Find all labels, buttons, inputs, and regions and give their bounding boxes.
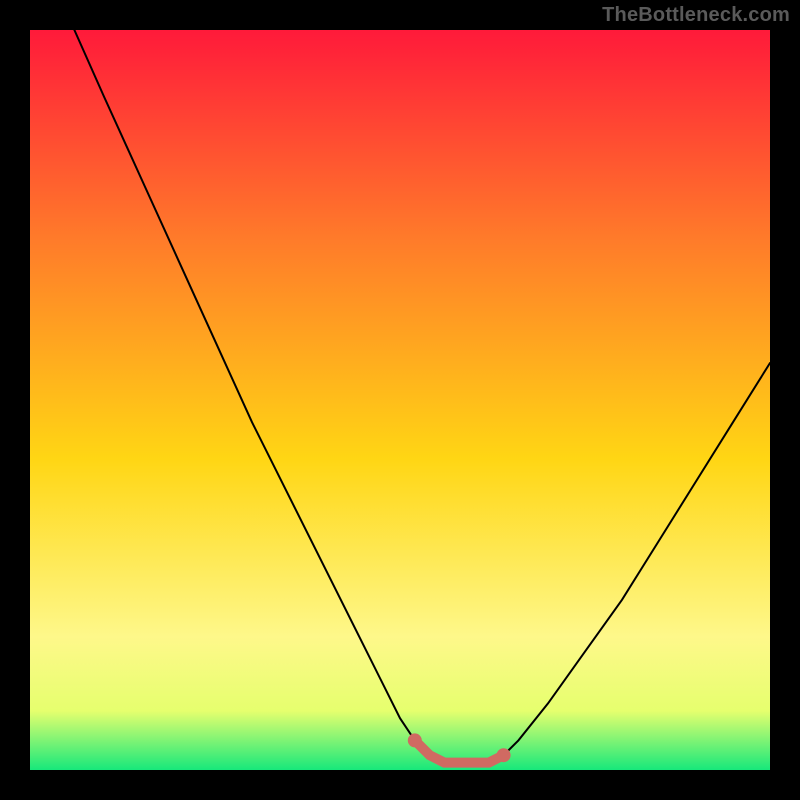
optimal-endpoint-left xyxy=(408,733,422,747)
watermark-text: TheBottleneck.com xyxy=(602,4,790,27)
chart-frame: TheBottleneck.com xyxy=(0,0,800,800)
bottleneck-chart xyxy=(0,0,800,800)
optimal-endpoint-right xyxy=(497,748,511,762)
plot-background xyxy=(30,30,770,770)
